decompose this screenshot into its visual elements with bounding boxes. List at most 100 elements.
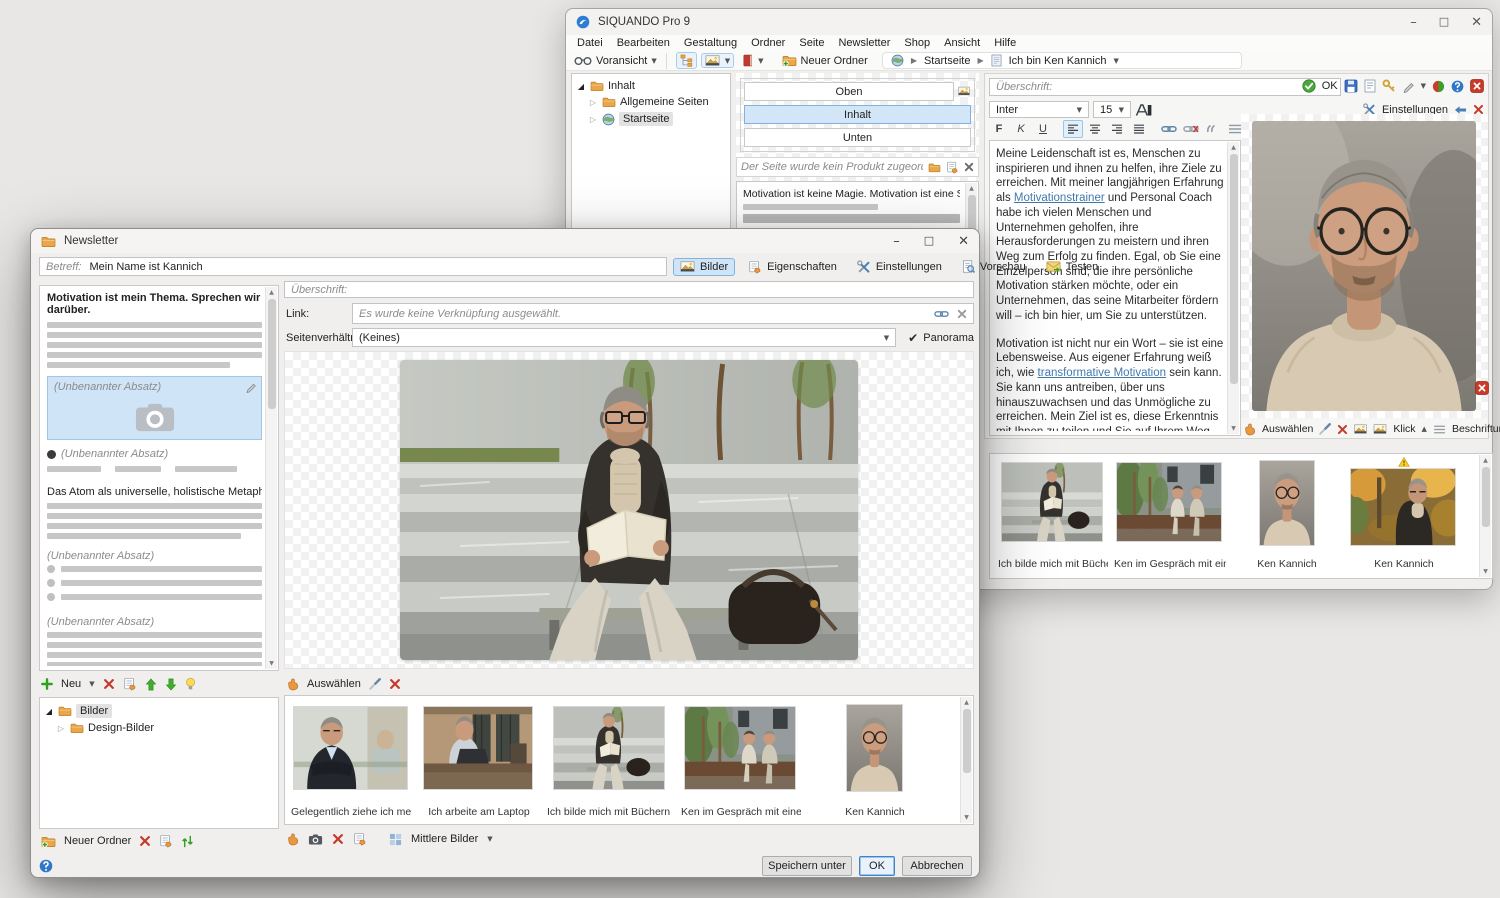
align-right-button[interactable]: [1107, 120, 1127, 138]
tip-bulb-icon[interactable]: [185, 677, 196, 691]
tab-vorschau[interactable]: Vorschau: [955, 257, 1033, 276]
thumb-item[interactable]: Gelegentlich ziehe ich meine...: [291, 704, 411, 820]
help-icon[interactable]: [1451, 80, 1464, 93]
thumb-office[interactable]: [293, 706, 408, 790]
quote-button[interactable]: [1203, 120, 1223, 138]
size-dropdown-arrow[interactable]: ▼: [487, 835, 492, 843]
remove-link-button[interactable]: [1181, 120, 1201, 138]
thumb-steps[interactable]: [553, 706, 665, 790]
gallery-thumb-autumn[interactable]: [1350, 468, 1456, 546]
minimize-button[interactable]: –: [1410, 15, 1417, 30]
thumb-item[interactable]: Ken im Gespräch mit einer Se...: [681, 704, 801, 820]
expander-icon[interactable]: ▷: [588, 98, 598, 107]
caption-dropdown[interactable]: Beschriftung: [1452, 423, 1500, 435]
outline-item-atom[interactable]: Das Atom als universelle, holistische Me…: [47, 486, 262, 498]
save-as-button[interactable]: Speichern unter: [762, 856, 852, 876]
breadcrumb-dropdown-arrow[interactable]: ▼: [1113, 57, 1118, 65]
section-oben[interactable]: Oben: [744, 82, 954, 101]
section-inhalt[interactable]: Inhalt: [744, 105, 971, 124]
menu-ordner[interactable]: Ordner: [744, 37, 792, 49]
edit-pencil-icon[interactable]: [1402, 80, 1415, 93]
duplicate-paragraph-icon[interactable]: [123, 677, 137, 691]
close-button[interactable]: ✕: [1471, 15, 1482, 30]
align-left-button[interactable]: [1063, 120, 1083, 138]
document-icon[interactable]: [1364, 79, 1376, 93]
delete-image-icon[interactable]: [332, 833, 344, 845]
thumbnail-size-select[interactable]: Mittlere Bilder: [411, 833, 478, 845]
ok-icon[interactable]: [1302, 79, 1316, 93]
gallery-thumb-portrait[interactable]: [1259, 460, 1315, 546]
tab-bilder[interactable]: Bilder: [673, 258, 735, 276]
tab-einstellungen[interactable]: Einstellungen: [850, 257, 949, 277]
undo-icon[interactable]: [1454, 105, 1467, 115]
close-gallery-icon[interactable]: [1475, 381, 1489, 395]
preview-button[interactable]: Voransicht: [596, 55, 647, 67]
menu-newsletter[interactable]: Newsletter: [831, 37, 897, 49]
font-color-icon[interactable]: [1135, 103, 1152, 117]
panorama-checkbox[interactable]: ✔: [908, 331, 918, 345]
tree-node-design-bilder[interactable]: ▷ Design-Bilder: [42, 720, 276, 736]
section-unten[interactable]: Unten: [744, 128, 971, 147]
menu-bearbeiten[interactable]: Bearbeiten: [610, 37, 677, 49]
menu-seite[interactable]: Seite: [792, 37, 831, 49]
preview-dropdown-arrow[interactable]: ▼: [651, 57, 656, 65]
aspect-ratio-select[interactable]: (Keines)▼: [352, 328, 896, 347]
tree-node-bilder[interactable]: ◢ Bilder: [42, 702, 276, 720]
dialog-minimize-button[interactable]: –: [893, 234, 900, 249]
add-paragraph-button[interactable]: Neu: [61, 678, 81, 690]
tree-node-allgemeine-seiten[interactable]: ▷ Allgemeine Seiten: [574, 94, 728, 110]
cancel-button[interactable]: Abbrechen: [902, 856, 972, 876]
thumb-item[interactable]: Ich bilde mich mit Büchern fort: [547, 704, 673, 820]
close-pane-icon[interactable]: [1470, 79, 1484, 93]
menu-hilfe[interactable]: Hilfe: [987, 37, 1023, 49]
key-icon[interactable]: [1382, 79, 1396, 93]
theme-color-icon[interactable]: [1432, 80, 1445, 93]
thumb-laptop[interactable]: [423, 706, 533, 790]
outline-item-label[interactable]: (Unbenannter Absatz): [47, 550, 262, 562]
thumbnail-scrollbar[interactable]: ▲▼: [960, 697, 972, 823]
book-button[interactable]: ▼: [738, 52, 767, 69]
tree-node-startseite[interactable]: ▷ Startseite: [574, 110, 728, 128]
ok-label[interactable]: OK: [1322, 80, 1338, 92]
new-folder-button[interactable]: Neuer Ordner: [801, 55, 868, 67]
select-image-button[interactable]: Auswählen: [307, 678, 361, 690]
move-up-icon[interactable]: [145, 678, 157, 691]
product-folder-icon[interactable]: [928, 162, 941, 173]
select-image-button[interactable]: Auswählen: [1262, 423, 1313, 435]
tree-node-inhalt[interactable]: ◢ Inhalt: [574, 78, 728, 94]
gallery-item[interactable]: Ich bilde mich mit Büchern fort: [998, 460, 1108, 572]
thumb-portrait[interactable]: [846, 704, 903, 792]
editor-photo[interactable]: [1252, 121, 1476, 411]
image-props-icon[interactable]: [1354, 424, 1367, 434]
outline-item[interactable]: (Unbenannter Absatz): [47, 448, 262, 460]
expander-icon[interactable]: ◢: [576, 82, 586, 91]
subject-input[interactable]: Betreff: Mein Name ist Kannich: [39, 257, 667, 276]
gallery-scrollbar[interactable]: ▲▼: [1479, 455, 1491, 577]
font-size-select[interactable]: 15▼: [1093, 101, 1131, 118]
delete-folder-icon[interactable]: [139, 835, 151, 847]
editor-text-area[interactable]: Meine Leidenschaft ist es, Menschen zu i…: [989, 140, 1241, 436]
move-down-icon[interactable]: [165, 678, 177, 691]
dialog-maximize-button[interactable]: □: [924, 234, 934, 249]
save-icon[interactable]: [1344, 79, 1358, 93]
remove-image-icon[interactable]: [389, 678, 401, 690]
tab-testen[interactable]: Testen: [1039, 258, 1105, 276]
insert-link-button[interactable]: [1159, 120, 1179, 138]
align-justify-button[interactable]: [1129, 120, 1149, 138]
clear-link-icon[interactable]: [957, 309, 967, 319]
thumb-item[interactable]: Ich arbeite am Laptop: [419, 704, 539, 820]
remove-image-icon[interactable]: [1337, 424, 1348, 435]
tab-eigenschaften[interactable]: Eigenschaften: [741, 257, 844, 277]
gallery-item[interactable]: Ken Kannich: [1348, 460, 1460, 572]
italic-button[interactable]: K: [1011, 120, 1031, 138]
gallery-item[interactable]: Ken Kannich: [1232, 460, 1342, 572]
duplicate-folder-icon[interactable]: [159, 834, 173, 848]
underline-button[interactable]: U: [1033, 120, 1053, 138]
image-heading-input[interactable]: Überschrift:: [284, 281, 974, 298]
product-remove-icon[interactable]: [964, 162, 974, 172]
outline-item-label[interactable]: (Unbenannter Absatz): [47, 616, 262, 628]
expander-icon[interactable]: ◢: [44, 707, 54, 716]
link-input[interactable]: Es wurde keine Verknüpfung ausgewählt.: [352, 303, 974, 324]
breadcrumb-page[interactable]: Ich bin Ken Kannich: [1009, 55, 1107, 67]
product-assign-icon[interactable]: [946, 161, 959, 174]
